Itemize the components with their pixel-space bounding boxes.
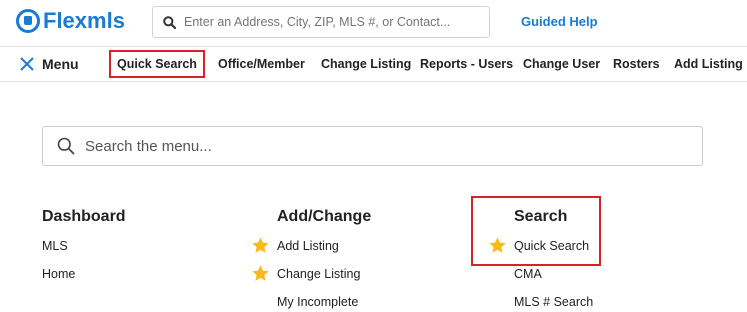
star-icon[interactable] xyxy=(251,236,270,255)
nav-item-office-member[interactable]: Office/Member xyxy=(218,57,305,71)
menu-search-input[interactable] xyxy=(85,137,685,155)
logo-text: Flexmls xyxy=(43,8,125,33)
menu-link-label: Home xyxy=(42,267,76,281)
star-icon[interactable] xyxy=(251,264,270,283)
menu-link-label: Change Listing xyxy=(277,267,361,281)
close-icon xyxy=(20,57,34,71)
menu-label: Menu xyxy=(42,56,79,72)
nav-item-change-user[interactable]: Change User xyxy=(523,57,600,71)
menu-link-cma[interactable]: CMA xyxy=(514,265,593,293)
flexmls-logo[interactable]: Flexmls xyxy=(16,8,125,34)
guided-help-link[interactable]: Guided Help xyxy=(521,14,598,29)
menu-column-dashboard: Dashboard MLS Home xyxy=(42,208,126,293)
star-icon[interactable] xyxy=(488,236,507,255)
menu-link-label: Quick Search xyxy=(514,239,590,253)
column-title-add-change: Add/Change xyxy=(277,208,372,225)
nav-item-quick-search[interactable]: Quick Search xyxy=(109,50,205,78)
menu-link-label: My Incomplete xyxy=(277,295,359,309)
nav-item-reports-users[interactable]: Reports - Users xyxy=(420,57,513,71)
menu-link-home[interactable]: Home xyxy=(42,265,126,293)
global-search-box[interactable] xyxy=(152,6,490,38)
menu-link-mls[interactable]: MLS xyxy=(42,237,126,265)
column-title-dashboard: Dashboard xyxy=(42,208,126,225)
nav-item-add-listing[interactable]: Add Listing xyxy=(674,57,743,71)
main-nav-bar: Menu Quick Search Office/Member Change L… xyxy=(0,46,747,82)
nav-item-rosters[interactable]: Rosters xyxy=(613,57,660,71)
search-icon xyxy=(163,15,176,29)
nav-item-change-listing[interactable]: Change Listing xyxy=(321,57,411,71)
menu-link-label: Add Listing xyxy=(277,239,339,253)
menu-link-change-listing[interactable]: Change Listing xyxy=(252,265,371,293)
menu-toggle-button[interactable]: Menu xyxy=(20,56,79,72)
search-icon xyxy=(57,137,75,155)
global-search-input[interactable] xyxy=(184,15,474,29)
top-header: Flexmls Guided Help xyxy=(0,0,747,46)
menu-link-mls-number-search[interactable]: MLS # Search xyxy=(514,293,593,312)
menu-search-box[interactable] xyxy=(42,126,703,166)
home-pin-icon xyxy=(16,9,40,33)
menu-column-add-change: Add/Change Add Listing Change Listing My… xyxy=(252,208,372,312)
menu-link-label: MLS xyxy=(42,239,68,253)
menu-link-my-incomplete[interactable]: My Incomplete xyxy=(277,293,371,312)
column-title-search: Search xyxy=(514,208,568,225)
menu-link-label: CMA xyxy=(514,267,542,281)
menu-link-add-listing[interactable]: Add Listing xyxy=(252,237,371,265)
menu-link-label: MLS # Search xyxy=(514,295,594,309)
menu-column-search: Search Quick Search CMA MLS # Search xyxy=(489,208,593,312)
menu-link-quick-search[interactable]: Quick Search xyxy=(489,237,593,265)
